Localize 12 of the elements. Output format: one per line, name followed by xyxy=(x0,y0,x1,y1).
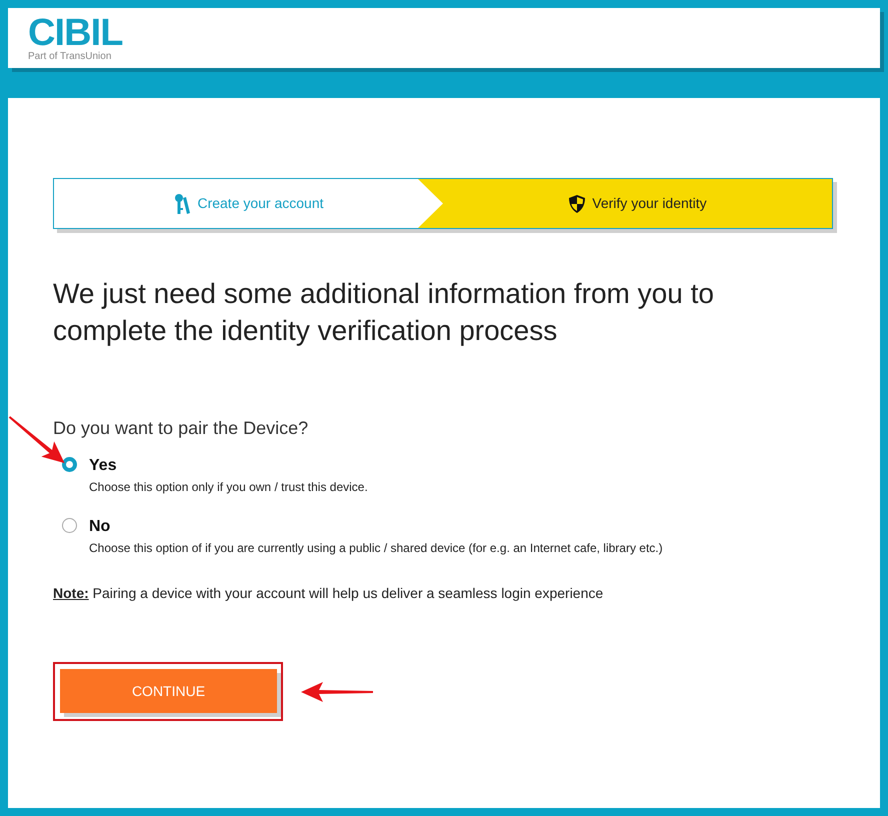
option-description: Choose this option of if you are currently using a public / shared device (for e.g. an Internet cafe, library etc.) xyxy=(89,540,663,557)
option-description: Choose this option only if you own / trust this device. xyxy=(89,479,368,496)
step-label: Create your account xyxy=(197,194,324,213)
continue-button[interactable]: CONTINUE xyxy=(60,669,277,713)
step-label: Verify your identity xyxy=(592,194,707,213)
logo-tagline: Part of TransUnion xyxy=(28,50,112,62)
note-text: Note: Pairing a device with your account will help us deliver a seamless login experience xyxy=(53,584,604,603)
option-label: No xyxy=(89,517,112,537)
logo[interactable]: CIBIL xyxy=(28,14,880,50)
question-label: Do you want to pair the Device? xyxy=(53,417,310,440)
option-label: Yes xyxy=(89,456,118,476)
page-heading: We just need some additional information from you to complete the identity verification process xyxy=(53,277,715,348)
